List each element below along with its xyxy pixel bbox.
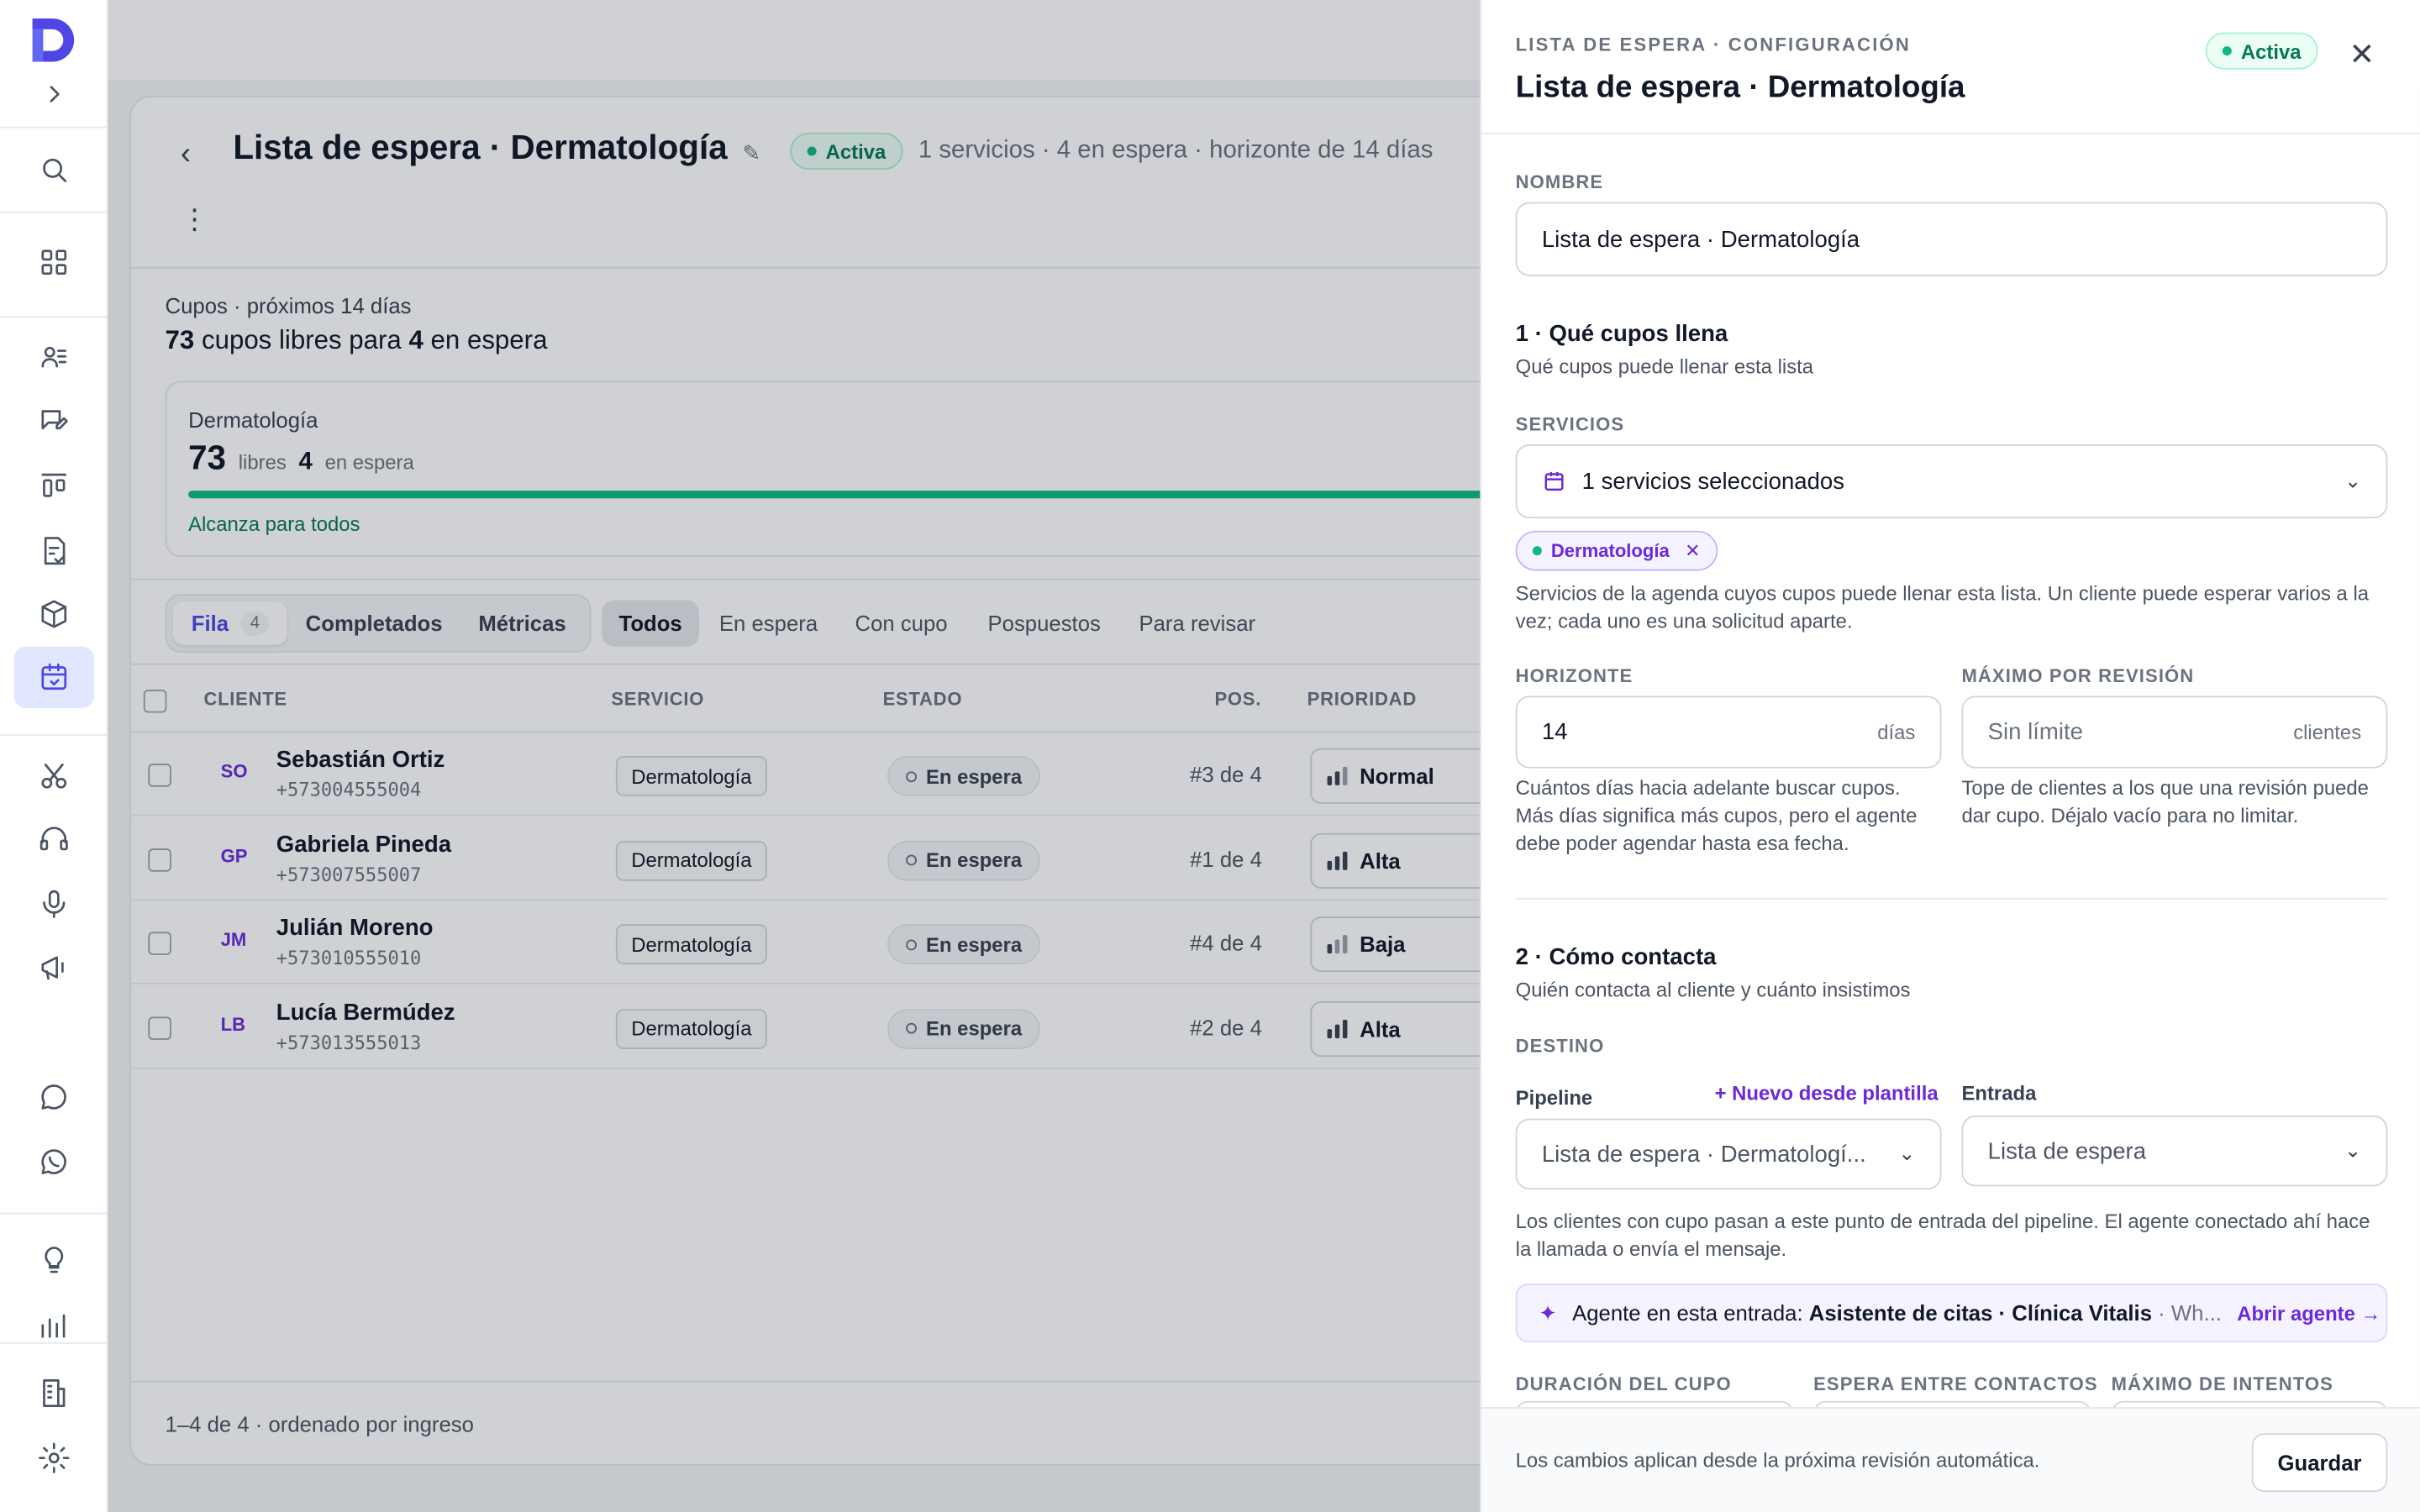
horizonte-help: Cuántos días hacia adelante buscar cupos… — [1515, 775, 1918, 855]
entrada-label: Entrada — [1961, 1081, 2037, 1105]
gear-icon[interactable] — [34, 1438, 74, 1478]
horizonte-label: HORIZONTE — [1515, 664, 1634, 687]
boxes-icon[interactable] — [34, 594, 74, 634]
config-panel: LISTA DE ESPERA · CONFIGURACIÓN Lista de… — [1480, 0, 2420, 1512]
servicios-label: SERVICIOS — [1515, 413, 1625, 435]
megaphone-icon[interactable] — [34, 948, 74, 988]
save-button[interactable]: Guardar — [2251, 1433, 2388, 1493]
max-input[interactable]: Sin límite clientes — [1961, 696, 2388, 769]
sidebar — [0, 0, 108, 1512]
servicios-select[interactable]: 1 servicios seleccionados ⌄ — [1515, 444, 2388, 519]
whatsapp-icon[interactable] — [34, 1142, 74, 1182]
destino-help: Los clientes con cupo pasan a este punto… — [1515, 1209, 2370, 1261]
checklist-icon[interactable] — [34, 531, 74, 571]
servicios-help: Servicios de la agenda cuyos cupos puede… — [1515, 581, 2370, 633]
kanban-icon[interactable] — [34, 466, 74, 507]
close-icon[interactable]: ✕ — [2349, 40, 2375, 71]
grid-icon[interactable] — [34, 242, 74, 282]
search-icon[interactable] — [34, 150, 74, 190]
horizonte-input[interactable]: 14 días — [1515, 696, 1942, 769]
nuevo-plantilla-link[interactable]: + Nuevo desde plantilla — [1715, 1082, 1939, 1105]
analytics-icon[interactable] — [34, 1305, 74, 1346]
panel-kicker: LISTA DE ESPERA · CONFIGURACIÓN — [1515, 34, 1912, 56]
intentos-label: MÁXIMO DE INTENTOS — [2111, 1373, 2333, 1395]
logo[interactable] — [26, 14, 78, 66]
calendar-icon — [1544, 472, 1564, 491]
headset-icon[interactable] — [34, 819, 74, 859]
scissors-icon[interactable] — [34, 756, 74, 796]
calendar-icon[interactable] — [34, 657, 74, 697]
panel-title: Lista de espera · Dermatología — [1515, 71, 1965, 105]
chat-edit-icon[interactable] — [34, 402, 74, 442]
section-2-title: 2 · Cómo contacta — [1515, 944, 1717, 971]
building-icon[interactable] — [34, 1373, 74, 1414]
nombre-input[interactable]: Lista de espera · Dermatología — [1515, 202, 2388, 276]
chevron-down-icon: ⌄ — [2344, 1138, 2362, 1163]
panel-footer: Los cambios aplican desde la próxima rev… — [1481, 1407, 2420, 1512]
entrada-select[interactable]: Lista de espera ⌄ — [1961, 1115, 2388, 1187]
contacts-icon[interactable] — [34, 336, 74, 376]
expand-icon[interactable] — [34, 74, 74, 114]
remove-chip-icon[interactable]: ✕ — [1685, 540, 1700, 562]
panel-status-badge: Activa — [2205, 32, 2318, 70]
pipeline-select[interactable]: Lista de espera · Dermatologí... ⌄ — [1515, 1118, 1942, 1190]
destino-label: DESTINO — [1515, 1035, 1605, 1058]
open-agent-link[interactable]: Abrir agente → — [2221, 1301, 2381, 1325]
max-help: Tope de clientes a los que una revisión … — [1961, 775, 2369, 827]
chevron-down-icon: ⌄ — [1898, 1142, 1916, 1165]
espera-label: ESPERA ENTRE CONTACTOS — [1813, 1373, 2098, 1395]
chevron-down-icon: ⌄ — [2344, 469, 2362, 492]
footer-note: Los cambios aplican desde la próxima rev… — [1515, 1448, 2040, 1473]
nombre-label: NOMBRE — [1515, 171, 1604, 193]
microphone-icon[interactable] — [34, 884, 74, 924]
section-2-subtitle: Quién contacta al cliente y cuánto insis… — [1515, 978, 1911, 1002]
service-chip: Dermatología ✕ — [1515, 530, 1718, 571]
section-1-subtitle: Qué cupos puede llenar esta lista — [1515, 354, 1814, 378]
agent-banner: ✦ Agente en esta entrada: Asistente de c… — [1515, 1284, 2388, 1342]
section-1-title: 1 · Qué cupos llena — [1515, 321, 1728, 348]
lightbulb-icon[interactable] — [34, 1241, 74, 1281]
modal-backdrop[interactable] — [108, 0, 1481, 1512]
message-icon[interactable] — [34, 1077, 74, 1117]
sparkle-icon: ✦ — [1539, 1299, 1557, 1325]
pipeline-label: Pipeline — [1515, 1086, 1593, 1110]
duracion-label: DURACIÓN DEL CUPO — [1515, 1373, 1732, 1395]
max-label: MÁXIMO POR REVISIÓN — [1961, 664, 2195, 687]
